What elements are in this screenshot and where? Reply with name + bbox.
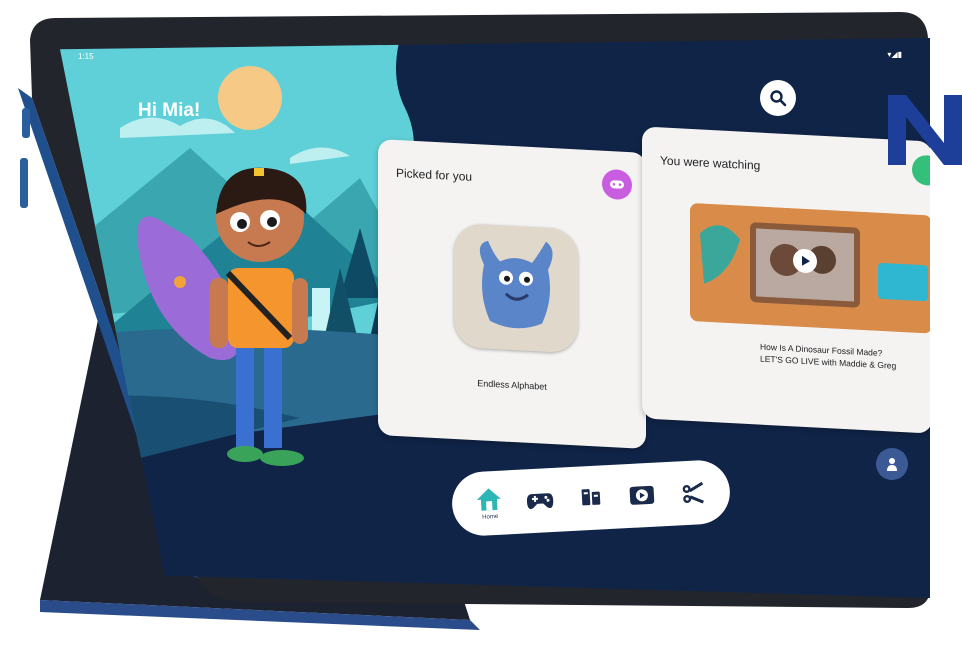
sun-graphic bbox=[218, 66, 282, 130]
bottom-nav-bar: Home bbox=[450, 458, 732, 538]
video-icon bbox=[629, 485, 655, 505]
nav-item-create[interactable] bbox=[671, 468, 713, 518]
nav-item-home[interactable]: Home bbox=[468, 478, 510, 528]
picked-badge bbox=[602, 168, 632, 201]
status-time: 1:15 bbox=[78, 52, 94, 61]
app-name-label: Endless Alphabet bbox=[477, 378, 547, 392]
tablet-screen: 1:15 ▾◢▮ Hi Mia! Picked for you Endless … bbox=[60, 38, 930, 598]
card-title-picked: Picked for you bbox=[396, 165, 473, 184]
search-icon bbox=[770, 90, 787, 107]
status-icons: ▾◢▮ bbox=[887, 50, 902, 59]
scissors-icon bbox=[682, 481, 704, 504]
product-image: 1:15 ▾◢▮ Hi Mia! Picked for you Endless … bbox=[0, 0, 962, 652]
nav-item-games[interactable] bbox=[519, 476, 561, 526]
tablet-device: 1:15 ▾◢▮ Hi Mia! Picked for you Endless … bbox=[8, 8, 938, 608]
monster-app-icon bbox=[454, 222, 578, 354]
gamepad-icon bbox=[527, 493, 554, 510]
home-icon bbox=[477, 488, 502, 511]
profile-button[interactable] bbox=[876, 448, 908, 480]
greeting-text: Hi Mia! bbox=[138, 100, 201, 121]
books-icon bbox=[581, 489, 601, 506]
video-title: How Is A Dinosaur Fossil Made? LET'S GO … bbox=[760, 341, 930, 374]
search-button[interactable] bbox=[760, 80, 796, 116]
nav-item-books[interactable] bbox=[570, 473, 612, 523]
play-icon bbox=[802, 255, 810, 266]
picked-for-you-card[interactable]: Picked for you Endless Alphabet bbox=[378, 138, 646, 450]
brand-logo bbox=[888, 95, 962, 165]
you-were-watching-card[interactable]: You were watching How Is A Dinosaur Foss… bbox=[642, 126, 930, 434]
kid-profile-icon bbox=[887, 458, 897, 471]
gamepad-icon bbox=[610, 180, 624, 189]
card-title-watching: You were watching bbox=[660, 153, 761, 173]
nav-item-videos[interactable] bbox=[620, 470, 662, 520]
nav-label-home: Home bbox=[482, 513, 499, 521]
app-tile-endless-alphabet[interactable] bbox=[454, 222, 578, 354]
video-thumbnail[interactable] bbox=[690, 202, 930, 334]
